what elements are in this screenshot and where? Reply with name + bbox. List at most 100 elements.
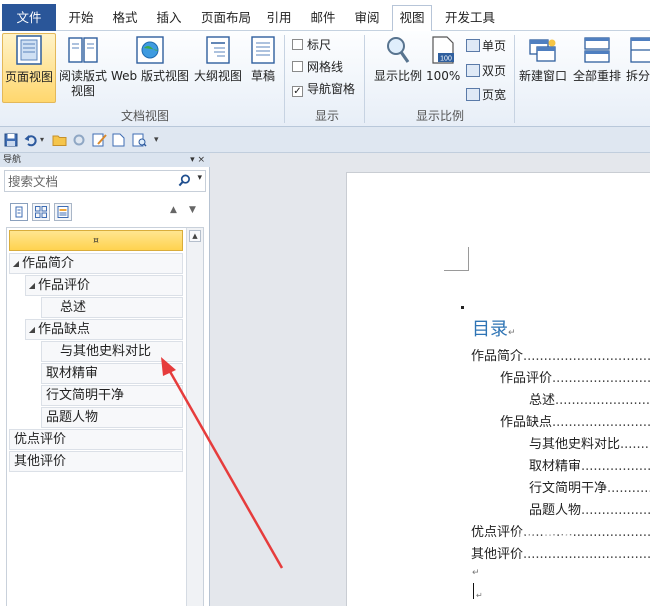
toc-entry[interactable]: 品题人物....................................… <box>529 503 650 519</box>
collapse-triangle-icon[interactable]: ◢ <box>10 254 22 274</box>
heading-node-品题人物[interactable]: 品题人物 <box>41 407 183 428</box>
nav-search-input[interactable] <box>8 173 168 190</box>
heading-node-优点评价[interactable]: 优点评价 <box>9 429 183 450</box>
navigation-pane-checkbox[interactable]: ✓ 导航窗格 <box>292 80 355 97</box>
heading-node-其他评价[interactable]: 其他评价 <box>9 451 183 472</box>
search-options-dropdown[interactable]: ▾ <box>197 173 202 183</box>
split-button[interactable]: 拆分 <box>626 35 650 91</box>
tab-developer[interactable]: 开发工具 <box>440 6 500 31</box>
toc-entry-text: 作品缺点 <box>500 415 553 430</box>
toc-entry[interactable]: 取材精审....................................… <box>529 459 650 475</box>
tab-home[interactable]: 开始 <box>64 6 98 31</box>
gridlines-checkbox-box <box>292 61 303 72</box>
heading-node-作品评价[interactable]: ◢ 作品评价 <box>25 275 183 296</box>
previous-heading-arrow-icon[interactable]: ▲ <box>170 205 177 215</box>
watermark-text: 搜狗指南 <box>510 532 575 551</box>
heading-tree-scrollbar[interactable]: ▲ <box>186 228 203 606</box>
paragraph-mark-icon: ↵ <box>508 328 516 338</box>
watermark-url: zhinan.sogou.com <box>478 565 606 581</box>
print-layout-button[interactable]: 页面视图 <box>2 33 56 103</box>
toc-leader-dots: ........................................… <box>523 349 650 364</box>
toc-entry[interactable]: 与其他史料对比.................................… <box>529 437 650 453</box>
one-page-button[interactable]: 单页 <box>466 37 506 54</box>
new-window-button[interactable]: 新建窗口 <box>516 35 570 91</box>
heading-label: 作品缺点 <box>38 322 91 337</box>
check-mark-icon: ✓ <box>292 86 303 97</box>
document-page[interactable]: 目录↵ 作品简介................................… <box>346 172 650 606</box>
heading-label: 总述 <box>60 300 87 315</box>
undo-icon[interactable] <box>24 133 38 147</box>
page-width-button[interactable]: 页宽 <box>466 86 506 103</box>
reading-layout-icon <box>68 37 98 63</box>
draft-view-icon <box>251 36 275 64</box>
search-icon[interactable] <box>178 174 191 187</box>
browse-results-tab[interactable] <box>54 203 72 221</box>
undo-dropdown-icon[interactable]: ▾ <box>40 133 44 147</box>
toc-entry[interactable]: 行文简明干净..................................… <box>529 481 650 497</box>
tab-page-layout[interactable]: 页面布局 <box>196 6 256 31</box>
collapse-triangle-icon[interactable]: ◢ <box>26 276 38 296</box>
web-layout-button[interactable]: Web 版式视图 <box>109 35 191 91</box>
zoom-button[interactable]: 显示比例 <box>370 35 426 91</box>
tab-review[interactable]: 审阅 <box>350 6 384 31</box>
toc-entry[interactable]: 作品简介....................................… <box>471 349 650 365</box>
new-window-label: 新建窗口 <box>518 69 567 83</box>
scroll-up-arrow-icon[interactable]: ▲ <box>189 230 201 242</box>
ruler-checkbox[interactable]: 标尺 <box>292 36 331 53</box>
one-page-icon <box>466 39 480 52</box>
tab-view[interactable]: 视图 <box>392 5 432 32</box>
group-label-document-views: 文档视图 <box>120 109 169 123</box>
outline-view-label: 大纲视图 <box>193 69 242 83</box>
arrange-all-button[interactable]: 全部重排 <box>570 35 624 91</box>
group-label-zoom: 显示比例 <box>415 109 464 123</box>
next-heading-arrow-icon[interactable]: ▼ <box>189 205 196 215</box>
heading-node-与其他史料对比[interactable]: 与其他史料对比 <box>41 341 183 362</box>
two-pages-button[interactable]: 双页 <box>466 62 506 79</box>
tab-insert[interactable]: 插入 <box>152 6 186 31</box>
toc-entry[interactable]: 作品评价....................................… <box>500 371 650 387</box>
search-results-icon <box>57 206 69 218</box>
redo-icon[interactable] <box>72 133 86 147</box>
toc-heading[interactable]: 目录↵ <box>472 315 516 341</box>
heading-node-行文简明干净[interactable]: 行文简明干净 <box>41 385 183 406</box>
customize-toolbar-icon[interactable]: ▾ <box>154 133 159 147</box>
heading-label: 取材精审 <box>46 366 99 381</box>
browse-headings-tab[interactable] <box>10 203 28 221</box>
collapse-triangle-icon[interactable]: ◢ <box>26 320 38 340</box>
browse-pages-tab[interactable] <box>32 203 50 221</box>
edit-document-icon[interactable] <box>92 133 107 147</box>
two-pages-label: 双页 <box>482 64 507 78</box>
draft-view-button[interactable]: 草稿 <box>246 35 280 91</box>
toc-entry[interactable]: 作品缺点....................................… <box>500 415 650 431</box>
zoom-100-button[interactable]: 100 100% <box>426 35 460 91</box>
toc-leader-dots: ........................................… <box>552 415 650 430</box>
heading-node-作品缺点[interactable]: ◢ 作品缺点 <box>25 319 183 340</box>
web-layout-icon <box>136 36 164 64</box>
heading-node-作品简介[interactable]: ◢ 作品简介 <box>9 253 183 274</box>
full-screen-reading-button[interactable]: 阅读版式 视图 <box>58 35 108 105</box>
split-window-icon <box>630 37 650 63</box>
heading-node-selected[interactable]: ¤ <box>9 230 183 251</box>
tab-file[interactable]: 文件 <box>2 4 56 31</box>
heading-node-总述[interactable]: 总述 <box>41 297 183 318</box>
heading-node-取材精审[interactable]: 取材精审 <box>41 363 183 384</box>
ribbon-group-divider <box>364 35 365 123</box>
new-window-icon <box>529 39 556 62</box>
hundred-icon-text: 100 <box>440 56 452 63</box>
tab-format[interactable]: 格式 <box>108 6 142 31</box>
save-icon[interactable] <box>4 133 18 147</box>
navigation-pane-close-button[interactable]: ▾ × <box>190 153 205 167</box>
tab-mailings[interactable]: 邮件 <box>306 6 340 31</box>
toc-leader-dots: ........................................… <box>581 503 650 518</box>
new-document-icon[interactable] <box>112 133 125 147</box>
heading-label: 作品简介 <box>22 256 75 271</box>
heading-label: 与其他史料对比 <box>60 344 152 359</box>
open-folder-icon[interactable] <box>52 133 67 147</box>
tab-references[interactable]: 引用 <box>262 6 296 31</box>
toc-entry[interactable]: 总述......................................… <box>529 393 650 409</box>
heading-label: 行文简明干净 <box>46 388 125 403</box>
outline-view-button[interactable]: 大纲视图 <box>192 35 244 91</box>
gridlines-checkbox[interactable]: 网格线 <box>292 58 343 75</box>
toc-leader-dots: ........................................… <box>581 459 650 474</box>
print-preview-icon[interactable] <box>132 133 147 147</box>
